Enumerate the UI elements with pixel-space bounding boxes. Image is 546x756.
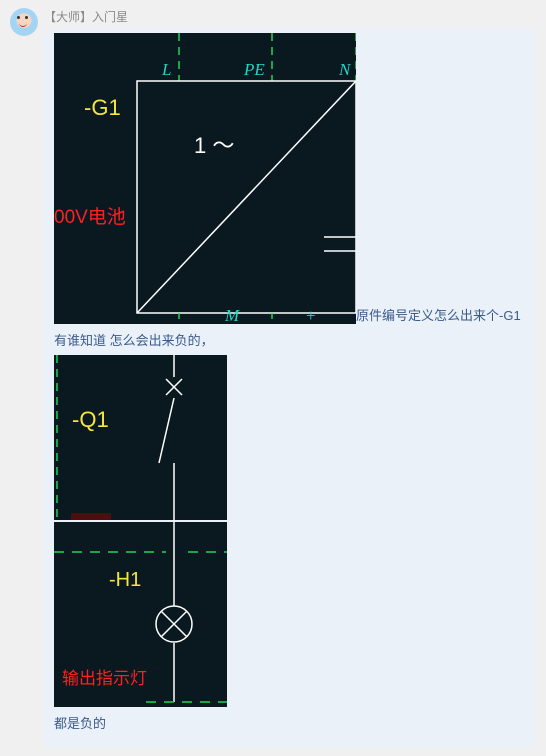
terminal-label-plus: + [306,306,316,324]
terminal-label-L: L [161,60,171,79]
text-after-img1: 原件编号定义怎么出来个-G1 [356,308,521,323]
component-id-G1: -G1 [84,95,121,120]
text-line-2: 有谁知道 怎么会出来负的， [54,330,526,349]
message-bubble: L PE N 1 ～ -G1 00V电池 [44,29,536,748]
text-line-3: 都是负的 [54,713,526,732]
component-id-H1: -H1 [109,569,141,591]
symbol-1wave: 1 ～ [194,133,234,158]
cad-screenshot-2: -Q1 [54,355,227,520]
terminal-label-M: M [224,306,240,324]
battery-label: 00V电池 [54,206,126,228]
chat-message: 【大师】入门星 L PE N 1 ～ [0,0,546,756]
terminal-label-PE: PE [243,60,265,79]
terminal-label-N: N [338,60,352,79]
component-id-Q1: -Q1 [72,407,109,432]
cad-screenshot-3: -H1 输出指示灯 [54,522,227,707]
message-column: 【大师】入门星 L PE N 1 ～ [44,8,536,748]
username-label[interactable]: 【大师】入门星 [44,8,536,25]
cad-screenshot-1: L PE N 1 ～ -G1 00V电池 [54,33,356,324]
avatar[interactable] [10,8,38,36]
output-indicator-label: 输出指示灯 [62,669,147,688]
